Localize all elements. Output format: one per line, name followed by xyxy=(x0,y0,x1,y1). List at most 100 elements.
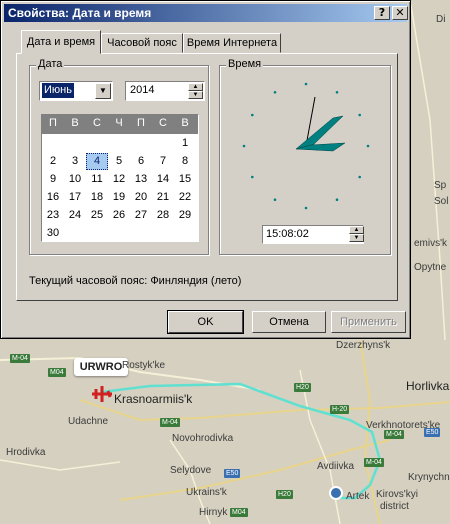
map-label: Udachne xyxy=(68,416,109,427)
map-label: district xyxy=(380,501,409,512)
map-label: Di xyxy=(436,14,446,25)
help-button[interactable]: ? xyxy=(374,6,390,20)
tab-date-time[interactable]: Дата и время xyxy=(21,30,101,54)
calendar-day[interactable]: 23 xyxy=(42,207,64,224)
year-spinbox[interactable]: 2014 ▲ ▼ xyxy=(125,81,205,101)
road-shield: M04 xyxy=(48,368,66,377)
weekday-label: С xyxy=(93,117,101,129)
map-label: Novohrodivka xyxy=(172,433,234,444)
calendar-day[interactable]: 22 xyxy=(174,189,196,206)
clock-tick xyxy=(304,82,308,86)
clock-tick xyxy=(304,206,308,210)
road-shield: M-04 xyxy=(10,354,30,363)
map-label: Avdiivka xyxy=(317,461,355,472)
weekday-label: С xyxy=(159,117,167,129)
tab-time-zone[interactable]: Часовой пояс xyxy=(101,33,183,53)
clock-tick xyxy=(251,175,254,179)
weekday-label: Ч xyxy=(115,117,123,129)
spin-up-icon[interactable]: ▲ xyxy=(188,83,203,91)
calendar-day[interactable]: 25 xyxy=(86,207,108,224)
road-shield: H-20 xyxy=(330,405,350,414)
calendar-day[interactable]: 26 xyxy=(108,207,130,224)
calendar-day[interactable]: 29 xyxy=(174,207,196,224)
calendar-day[interactable]: 18 xyxy=(86,189,108,206)
road-shield: M04 xyxy=(230,508,248,517)
calendar-day[interactable]: 13 xyxy=(130,171,152,188)
calendar-day[interactable]: 24 xyxy=(64,207,86,224)
time-group-label: Время xyxy=(226,58,264,70)
clock-tick xyxy=(273,91,277,94)
road-shield: H20 xyxy=(276,490,293,499)
spin-down-icon[interactable]: ▼ xyxy=(188,91,203,99)
close-button[interactable]: ✕ xyxy=(392,6,408,20)
clock-tick xyxy=(366,144,370,148)
calendar-day[interactable]: 11 xyxy=(86,171,108,188)
map-label: Dzerzhyns'k xyxy=(336,340,391,351)
date-group-label: Дата xyxy=(36,58,65,70)
calendar-day[interactable]: 12 xyxy=(108,171,130,188)
clock-tick xyxy=(358,175,361,179)
calendar-day[interactable]: 16 xyxy=(42,189,64,206)
analog-clock xyxy=(242,82,370,210)
tab-internet-time[interactable]: Время Интернета xyxy=(183,33,281,53)
calendar-day[interactable]: 14 xyxy=(152,171,174,188)
year-value: 2014 xyxy=(130,84,155,96)
map-label: emivs'k xyxy=(414,238,448,249)
flight-callsign-label[interactable]: URWRO xyxy=(74,358,128,376)
calendar-weekday-header: П В С Ч П С В xyxy=(42,115,198,134)
weekday-label: П xyxy=(49,117,57,129)
time-spin-down-icon[interactable]: ▼ xyxy=(349,234,364,242)
calendar-day[interactable]: 6 xyxy=(130,153,152,170)
month-select[interactable]: Июнь ▼ xyxy=(39,81,113,101)
map-label: Artek xyxy=(346,491,370,502)
map-label: Hirnyk xyxy=(199,507,228,518)
weekday-label: В xyxy=(71,117,79,129)
calendar-day[interactable]: 27 xyxy=(130,207,152,224)
time-value: 15:08:02 xyxy=(266,228,309,240)
calendar-day[interactable]: 8 xyxy=(174,153,196,170)
clock-tick xyxy=(335,91,339,94)
time-spin-up-icon[interactable]: ▲ xyxy=(349,226,364,234)
calendar-day[interactable]: 10 xyxy=(64,171,86,188)
calendar-day[interactable]: 3 xyxy=(64,153,86,170)
calendar-day[interactable]: 9 xyxy=(42,171,64,188)
map-label: Hrodivka xyxy=(6,447,46,458)
weekday-label: В xyxy=(181,117,189,129)
airplane-icon xyxy=(92,386,112,402)
ok-button[interactable]: OK xyxy=(167,310,244,334)
calendar-day[interactable]: 30 xyxy=(42,225,64,242)
road-shield: M-04 xyxy=(384,430,404,439)
calendar-day[interactable]: 1 xyxy=(174,135,196,152)
calendar-day[interactable]: 20 xyxy=(130,189,152,206)
calendar-day[interactable]: 2 xyxy=(42,153,64,170)
map-label: Sp xyxy=(434,180,447,191)
dialog-title[interactable]: Свойства: Дата и время xyxy=(4,4,407,22)
date-time-properties-dialog: Свойства: Дата и время ? ✕ Дата и время … xyxy=(0,0,411,339)
calendar-day[interactable]: 5 xyxy=(108,153,130,170)
apply-button[interactable]: Применить xyxy=(331,311,406,333)
cancel-button[interactable]: Отмена xyxy=(252,311,326,333)
calendar-day[interactable]: 15 xyxy=(174,171,196,188)
chevron-down-icon[interactable]: ▼ xyxy=(95,83,111,99)
clock-tick xyxy=(242,144,246,148)
map-label: Kirovs'kyi xyxy=(376,489,418,500)
map-label: Ukrains'k xyxy=(186,487,227,498)
map-label: Selydove xyxy=(170,465,212,476)
calendar-day[interactable]: 7 xyxy=(152,153,174,170)
clock-tick xyxy=(251,113,254,117)
road-shield: H20 xyxy=(294,383,311,392)
road-shield: M-04 xyxy=(364,458,384,467)
map-label: Krynychn xyxy=(408,472,450,483)
calendar-day[interactable]: 19 xyxy=(108,189,130,206)
calendar-day[interactable]: 28 xyxy=(152,207,174,224)
current-timezone-text: Текущий часовой пояс: Финляндия (лето) xyxy=(29,275,242,287)
weekday-label: П xyxy=(137,117,145,129)
map-label: Opytne xyxy=(414,262,447,273)
clock-tick xyxy=(358,113,361,117)
calendar-day[interactable]: 4 xyxy=(86,153,108,170)
calendar-day[interactable]: 17 xyxy=(64,189,86,206)
clock-tick xyxy=(273,198,277,201)
calendar-day[interactable]: 21 xyxy=(152,189,174,206)
map-label: Sol xyxy=(434,196,449,207)
calendar-grid[interactable]: П В С Ч П С В 1 2 3 4 5 6 7 8 9 10 11 12 13 14 15 16 17 1… xyxy=(41,114,199,242)
